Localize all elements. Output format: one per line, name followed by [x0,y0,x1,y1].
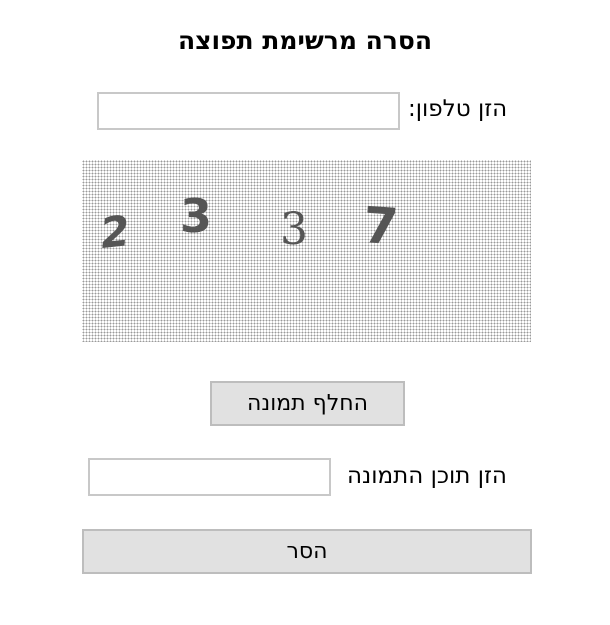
captcha-digit-1: 2 [98,206,132,258]
captcha-digits: 2 3 3 7 [98,189,400,258]
captcha-input-label: הזן תוכן התמונה [347,463,507,489]
remove-button[interactable]: הסר [82,529,532,574]
phone-label: הזן טלפון: [408,96,508,122]
page-title: הסרה מרשימת תפוצה [177,26,433,55]
captcha-image: 2 3 3 7 [82,160,531,342]
captcha-digit-4: 7 [361,196,400,256]
refresh-captcha-button[interactable]: החלף תמונה [210,381,405,426]
captcha-digit-2: 3 [180,189,212,243]
captcha-input[interactable] [88,458,331,496]
captcha-digit-3: 3 [280,204,308,255]
phone-input[interactable] [97,92,400,130]
